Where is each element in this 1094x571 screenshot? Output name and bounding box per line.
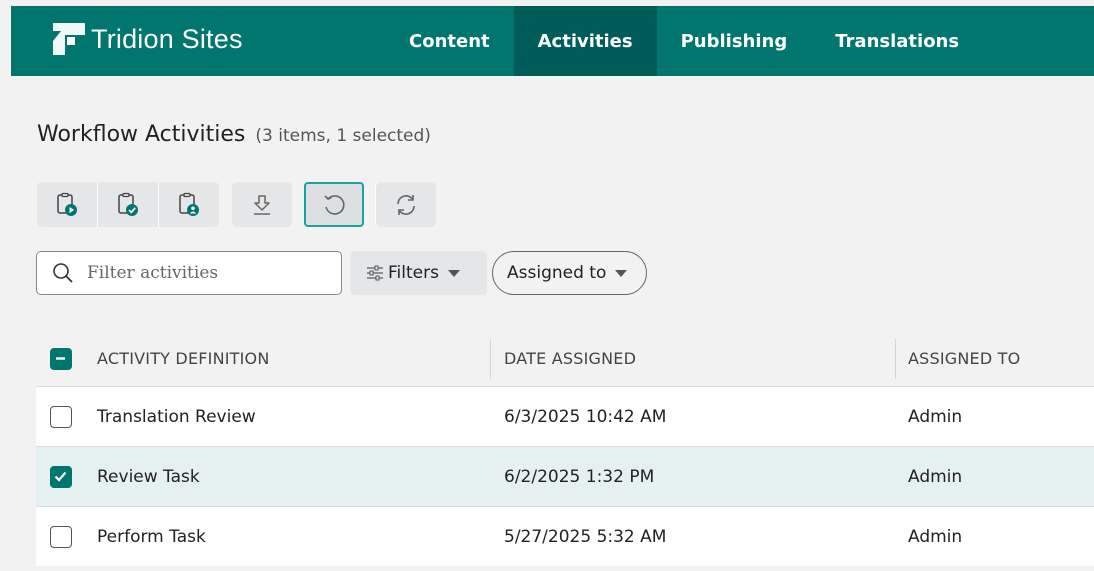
refresh-button[interactable] (375, 182, 436, 227)
activity-cell: Translation Review (97, 407, 256, 427)
undo-icon (324, 194, 345, 215)
activity-cell: Review Task (97, 467, 200, 487)
select-all-checkbox[interactable] (50, 348, 72, 370)
nav-item-content[interactable]: Content (385, 6, 514, 76)
search-input[interactable] (85, 262, 329, 284)
activities-table: ACTIVITY DEFINITION DATE ASSIGNED ASSIGN… (36, 330, 1094, 566)
assigned-cell: Admin (908, 407, 963, 427)
column-divider[interactable] (490, 339, 491, 379)
search-box (36, 251, 342, 295)
refresh-icon (397, 194, 415, 215)
download-icon (254, 194, 270, 215)
nav-item-label: Activities (537, 31, 633, 52)
table-row[interactable]: Translation Review 6/3/2025 10:42 AM Adm… (36, 386, 1094, 446)
assigned-cell: Admin (908, 527, 963, 547)
column-divider[interactable] (895, 339, 896, 379)
date-cell: 6/3/2025 10:42 AM (504, 407, 667, 427)
top-navigation-bar: Tridion Sites Content Activities Publish… (11, 6, 1094, 76)
page-title: Workflow Activities (37, 122, 246, 147)
start-activity-button[interactable] (37, 182, 97, 227)
activity-action-group (37, 182, 219, 227)
search-icon (53, 263, 73, 283)
activity-cell: Perform Task (97, 527, 206, 547)
row-checkbox[interactable] (50, 466, 72, 488)
brand-name: Tridion Sites (91, 23, 243, 54)
brand[interactable]: Tridion Sites (51, 21, 243, 57)
chevron-down-icon (615, 269, 628, 277)
column-header-assigned[interactable]: ASSIGNED TO (908, 349, 1020, 368)
nav-item-activities[interactable]: Activities (513, 6, 657, 76)
table-row[interactable]: Perform Task 5/27/2025 5:32 AM Admin (36, 506, 1094, 566)
finish-activity-icon (118, 192, 138, 216)
column-header-activity[interactable]: ACTIVITY DEFINITION (97, 349, 270, 368)
page-heading: Workflow Activities (3 items, 1 selected… (37, 122, 431, 147)
date-cell: 5/27/2025 5:32 AM (504, 527, 667, 547)
date-cell: 6/2/2025 1:32 PM (504, 467, 655, 487)
nav-item-translations[interactable]: Translations (811, 6, 983, 76)
sliders-icon (367, 265, 383, 281)
main-nav: Content Activities Publishing Translatio… (385, 6, 983, 76)
assigned-to-filter[interactable]: Assigned to (492, 251, 647, 295)
checkmark-icon (54, 471, 67, 482)
assigned-cell: Admin (908, 467, 963, 487)
minus-icon (56, 357, 65, 360)
table-header: ACTIVITY DEFINITION DATE ASSIGNED ASSIGN… (36, 330, 1094, 386)
nav-item-label: Content (409, 31, 490, 52)
start-activity-icon (57, 192, 77, 216)
row-checkbox[interactable] (50, 406, 72, 428)
filters-label: Filters (388, 263, 439, 283)
item-count: (3 items, 1 selected) (255, 126, 431, 146)
undo-button[interactable] (304, 182, 364, 227)
nav-item-label: Translations (835, 31, 960, 52)
assigned-to-label: Assigned to (507, 263, 607, 283)
table-row[interactable]: Review Task 6/2/2025 1:32 PM Admin (36, 446, 1094, 506)
download-button[interactable] (232, 182, 292, 227)
filters-button[interactable]: Filters (350, 251, 487, 295)
reassign-activity-button[interactable] (158, 182, 219, 227)
nav-item-publishing[interactable]: Publishing (657, 6, 812, 76)
chevron-down-icon (447, 269, 460, 277)
reassign-activity-icon (179, 192, 199, 216)
column-header-date[interactable]: DATE ASSIGNED (504, 349, 636, 368)
finish-activity-button[interactable] (97, 182, 158, 227)
nav-item-label: Publishing (680, 31, 788, 52)
tridion-logo-icon (53, 23, 85, 55)
row-checkbox[interactable] (50, 526, 72, 548)
